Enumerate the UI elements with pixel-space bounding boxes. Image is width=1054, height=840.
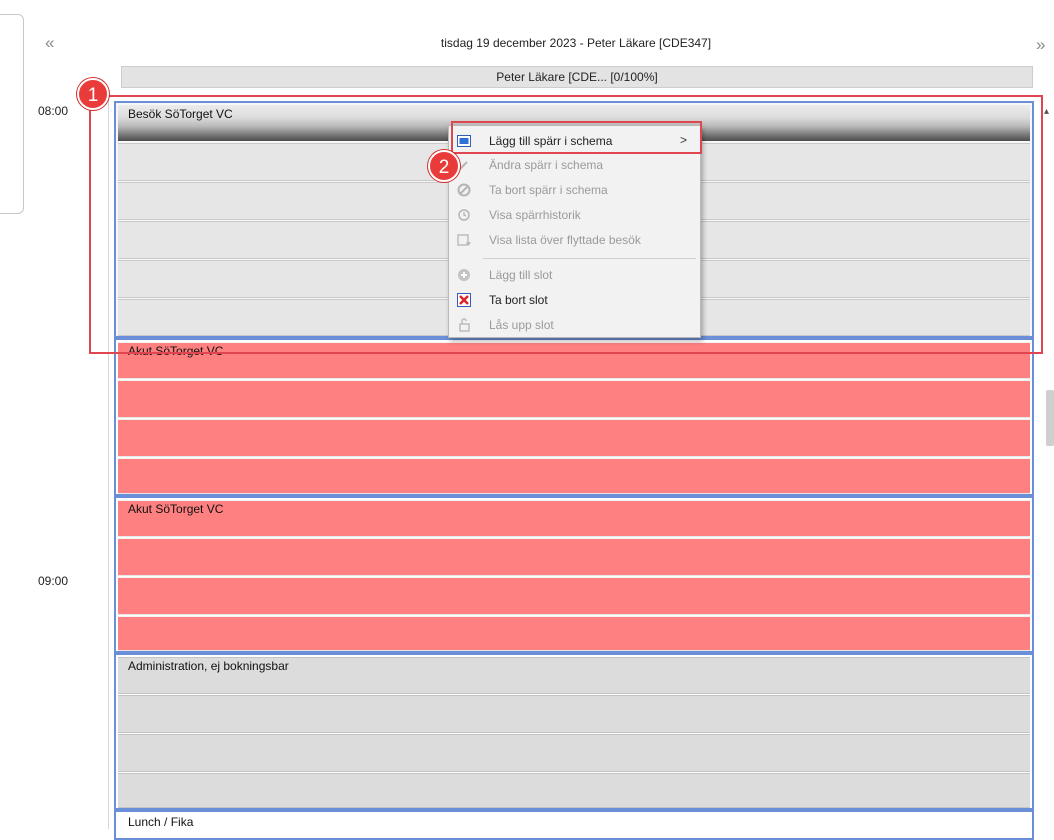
menu-item-label: Visa lista över flyttade besök <box>489 233 641 247</box>
menu-item-block-history[interactable]: Visa spärrhistorik <box>450 203 699 227</box>
time-slot[interactable] <box>118 342 1030 379</box>
block-title: Akut SöTorget VC <box>128 344 224 358</box>
menu-item-label: Lägg till spärr i schema <box>489 134 613 148</box>
history-icon <box>457 208 471 222</box>
menu-item-add-slot[interactable]: Lägg till slot <box>450 263 699 287</box>
scroll-up-icon[interactable]: ▴ <box>1044 106 1049 117</box>
block-title: Akut SöTorget VC <box>128 502 224 516</box>
menu-item-label: Lägg till slot <box>489 268 553 282</box>
next-day-icon[interactable]: » <box>1036 35 1045 55</box>
schedule-block-akut-1[interactable]: Akut SöTorget VC <box>114 338 1034 496</box>
menu-item-label: Ta bort spärr i schema <box>489 183 608 197</box>
time-slot[interactable] <box>118 773 1030 808</box>
menu-item-label: Ändra spärr i schema <box>489 158 604 172</box>
remove-block-icon <box>457 183 471 197</box>
menu-item-delete-slot[interactable]: Ta bort slot <box>450 288 699 312</box>
time-slot[interactable] <box>118 538 1030 576</box>
menu-item-unlock-slot[interactable]: Lås upp slot <box>450 313 699 337</box>
schedule-block-lunch[interactable]: Lunch / Fika <box>114 810 1034 840</box>
time-slot[interactable] <box>118 616 1030 651</box>
block-title: Administration, ej bokningsbar <box>128 659 289 673</box>
time-slot[interactable] <box>118 695 1030 733</box>
time-slot[interactable] <box>118 500 1030 537</box>
menu-item-moved-visits[interactable]: Visa lista över flyttade besök <box>450 228 699 252</box>
moved-visits-list-icon <box>457 233 472 247</box>
delete-slot-icon <box>457 293 471 307</box>
date-title: tisdag 19 december 2023 - Peter Läkare [… <box>440 36 712 50</box>
schedule-block-akut-2[interactable]: Akut SöTorget VC <box>114 496 1034 653</box>
time-slot[interactable] <box>118 419 1030 457</box>
timeline-divider <box>108 92 109 829</box>
annotation-badge-1: 1 <box>77 78 109 110</box>
add-slot-icon <box>457 268 471 282</box>
time-label-0800: 08:00 <box>38 104 69 118</box>
schedule-block-administration[interactable]: Administration, ej bokningsbar <box>114 653 1034 810</box>
menu-item-label: Visa spärrhistorik <box>489 208 581 222</box>
block-title: Besök SöTorget VC <box>128 107 233 121</box>
side-panel <box>0 14 24 214</box>
context-menu: Lägg till spärr i schema > Ändra spärr i… <box>448 125 701 338</box>
submenu-arrow-icon: > <box>679 133 687 147</box>
annotation-badge-2: 2 <box>428 150 460 182</box>
time-slot[interactable] <box>118 458 1030 494</box>
menu-item-add-block[interactable]: Lägg till spärr i schema > <box>450 129 699 153</box>
calendar-block-icon <box>457 134 471 148</box>
time-slot[interactable] <box>118 734 1030 772</box>
unlock-slot-icon <box>457 318 471 332</box>
time-slot[interactable] <box>118 577 1030 615</box>
menu-item-edit-block[interactable]: Ändra spärr i schema <box>450 153 699 177</box>
menu-item-label: Ta bort slot <box>489 293 548 307</box>
menu-item-label: Lås upp slot <box>489 318 554 332</box>
column-header[interactable]: Peter Läkare [CDE... [0/100%] <box>121 66 1033 88</box>
scrollbar-thumb[interactable] <box>1046 390 1054 446</box>
menu-separator <box>483 258 696 259</box>
time-slot[interactable] <box>118 380 1030 418</box>
time-label-0900: 09:00 <box>38 574 69 588</box>
menu-item-remove-block[interactable]: Ta bort spärr i schema <box>450 178 699 202</box>
block-title: Lunch / Fika <box>128 815 194 829</box>
previous-day-icon[interactable]: « <box>45 33 54 53</box>
